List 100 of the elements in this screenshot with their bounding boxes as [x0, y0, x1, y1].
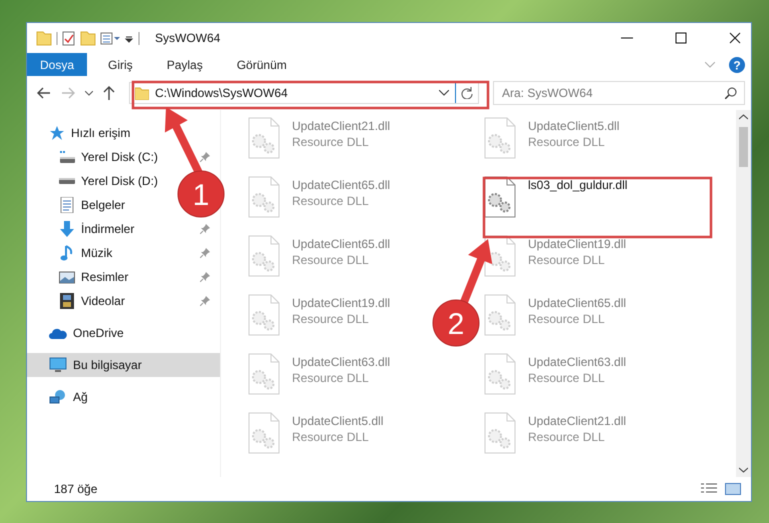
sidebar-item[interactable]: Bu bilgisayar	[49, 354, 142, 376]
sidebar-item[interactable]: Belgeler	[59, 194, 126, 216]
picture-icon	[59, 269, 75, 285]
file-type: Resource DLL	[292, 135, 370, 149]
music-note-icon	[59, 245, 75, 261]
maximize-icon[interactable]	[675, 32, 687, 44]
address-field[interactable]: C:\Windows\SysWOW64	[129, 82, 479, 104]
up-arrow-icon[interactable]	[103, 86, 115, 100]
sidebar-item[interactable]: İndirmeler	[59, 218, 134, 240]
dll-file-icon	[484, 176, 516, 218]
star-icon	[49, 125, 65, 141]
file-item[interactable]: UpdateClient5.dll Resource DLL	[484, 117, 620, 159]
help-icon[interactable]: ?	[729, 56, 745, 72]
pin-icon[interactable]	[200, 248, 210, 258]
search-icon[interactable]	[725, 87, 737, 99]
file-item[interactable]: UpdateClient65.dll Resource DLL	[248, 176, 390, 218]
back-arrow-icon[interactable]	[37, 87, 51, 99]
download-icon	[59, 221, 75, 237]
file-type: Resource DLL	[528, 135, 606, 149]
pointer-arrow	[460, 239, 492, 304]
file-name: UpdateClient5.dll	[528, 119, 620, 133]
chevron-down-icon[interactable]	[85, 90, 93, 96]
dll-file-icon	[248, 176, 280, 218]
step-number: 2	[448, 308, 464, 341]
file-item[interactable]: UpdateClient65.dll Resource DLL	[484, 294, 626, 336]
file-type: Resource DLL	[292, 312, 370, 326]
dll-file-icon	[484, 117, 516, 159]
sidebar-item[interactable]: Hızlı erişim	[49, 122, 130, 144]
file-item[interactable]: UpdateClient63.dll Resource DLL	[248, 353, 390, 395]
ribbon-tab[interactable]: Paylaş	[154, 53, 216, 76]
file-item[interactable]: UpdateClient65.dll Resource DLL	[248, 235, 390, 277]
scroll-up-icon[interactable]	[739, 114, 748, 120]
search-field[interactable]: Ara: SysWOW64	[493, 81, 745, 105]
sidebar-item[interactable]: Videolar	[59, 290, 125, 312]
step-badge	[178, 170, 224, 218]
pin-icon[interactable]	[200, 152, 210, 162]
film-icon	[59, 293, 75, 309]
dll-file-icon	[248, 235, 280, 277]
step-number: 1	[192, 179, 210, 212]
dll-file-icon	[248, 412, 280, 454]
file-name: UpdateClient21.dll	[292, 119, 390, 133]
file-name: UpdateClient65.dll	[528, 296, 626, 310]
dll-file-icon	[484, 294, 516, 336]
dll-file-icon	[484, 353, 516, 395]
sidebar-item[interactable]: Yerel Disk (D:)	[59, 170, 158, 192]
document-icon	[59, 197, 75, 213]
sidebar-item[interactable]: Ağ	[49, 386, 88, 408]
ribbon-tab[interactable]: Görünüm	[224, 53, 300, 76]
scrollbar-thumb[interactable]	[739, 127, 748, 167]
scrollbar[interactable]	[736, 110, 751, 477]
drive-icon	[59, 178, 75, 184]
file-item[interactable]: UpdateClient21.dll Resource DLL	[248, 117, 390, 159]
sidebar-item[interactable]: OneDrive	[49, 322, 124, 344]
dll-file-icon	[484, 412, 516, 454]
sidebar-item[interactable]: Yerel Disk (C:)	[59, 146, 158, 168]
scroll-down-icon[interactable]	[739, 467, 748, 473]
file-name: UpdateClient65.dll	[292, 178, 390, 192]
file-item[interactable]: UpdateClient19.dll Resource DLL	[248, 294, 390, 336]
file-type: Resource DLL	[292, 371, 370, 385]
file-name: UpdateClient63.dll	[528, 355, 626, 369]
file-item[interactable]: ls03_dol_guldur.dll	[484, 176, 628, 218]
file-name: UpdateClient19.dll	[292, 296, 390, 310]
close-icon[interactable]	[729, 32, 741, 44]
file-type: Resource DLL	[528, 312, 606, 326]
file-item[interactable]: UpdateClient5.dll Resource DLL	[248, 412, 384, 454]
file-item[interactable]: UpdateClient63.dll Resource DLL	[484, 353, 626, 395]
folder-icon	[135, 86, 149, 100]
cloud-icon	[49, 326, 67, 340]
dll-file-icon	[248, 117, 280, 159]
file-type: Resource DLL	[292, 253, 370, 267]
sidebar-item[interactable]: Müzik	[59, 242, 112, 264]
file-type: Resource DLL	[292, 194, 370, 208]
file-name: UpdateClient21.dll	[528, 414, 626, 428]
file-name: ls03_dol_guldur.dll	[528, 178, 628, 192]
window-title: SysWOW64	[155, 31, 220, 45]
sidebar-item[interactable]: Resimler	[59, 266, 128, 288]
file-type: Resource DLL	[528, 371, 606, 385]
file-name: UpdateClient19.dll	[528, 237, 626, 251]
computer-icon	[49, 357, 67, 373]
drive-icon	[59, 149, 75, 165]
pin-icon[interactable]	[200, 272, 210, 282]
file-name: UpdateClient5.dll	[292, 414, 384, 428]
network-icon	[49, 389, 67, 405]
file-type: Resource DLL	[528, 430, 606, 444]
file-type: Resource DLL	[528, 253, 606, 267]
details-view-icon[interactable]	[701, 483, 717, 495]
pin-icon[interactable]	[200, 224, 210, 234]
item-count: 187 öğe	[54, 482, 98, 496]
file-name: UpdateClient63.dll	[292, 355, 390, 369]
chevron-down-icon[interactable]	[439, 90, 449, 96]
large-icons-view-icon[interactable]	[725, 483, 741, 495]
dll-file-icon	[248, 353, 280, 395]
step-badge	[432, 300, 480, 346]
ribbon-tab[interactable]: Giriş	[95, 53, 146, 76]
file-item[interactable]: UpdateClient21.dll Resource DLL	[484, 412, 626, 454]
pin-icon[interactable]	[200, 296, 210, 306]
file-name: UpdateClient65.dll	[292, 237, 390, 251]
dll-file-icon	[248, 294, 280, 336]
ribbon-tab[interactable]: Dosya	[27, 53, 88, 76]
file-type: Resource DLL	[292, 430, 370, 444]
